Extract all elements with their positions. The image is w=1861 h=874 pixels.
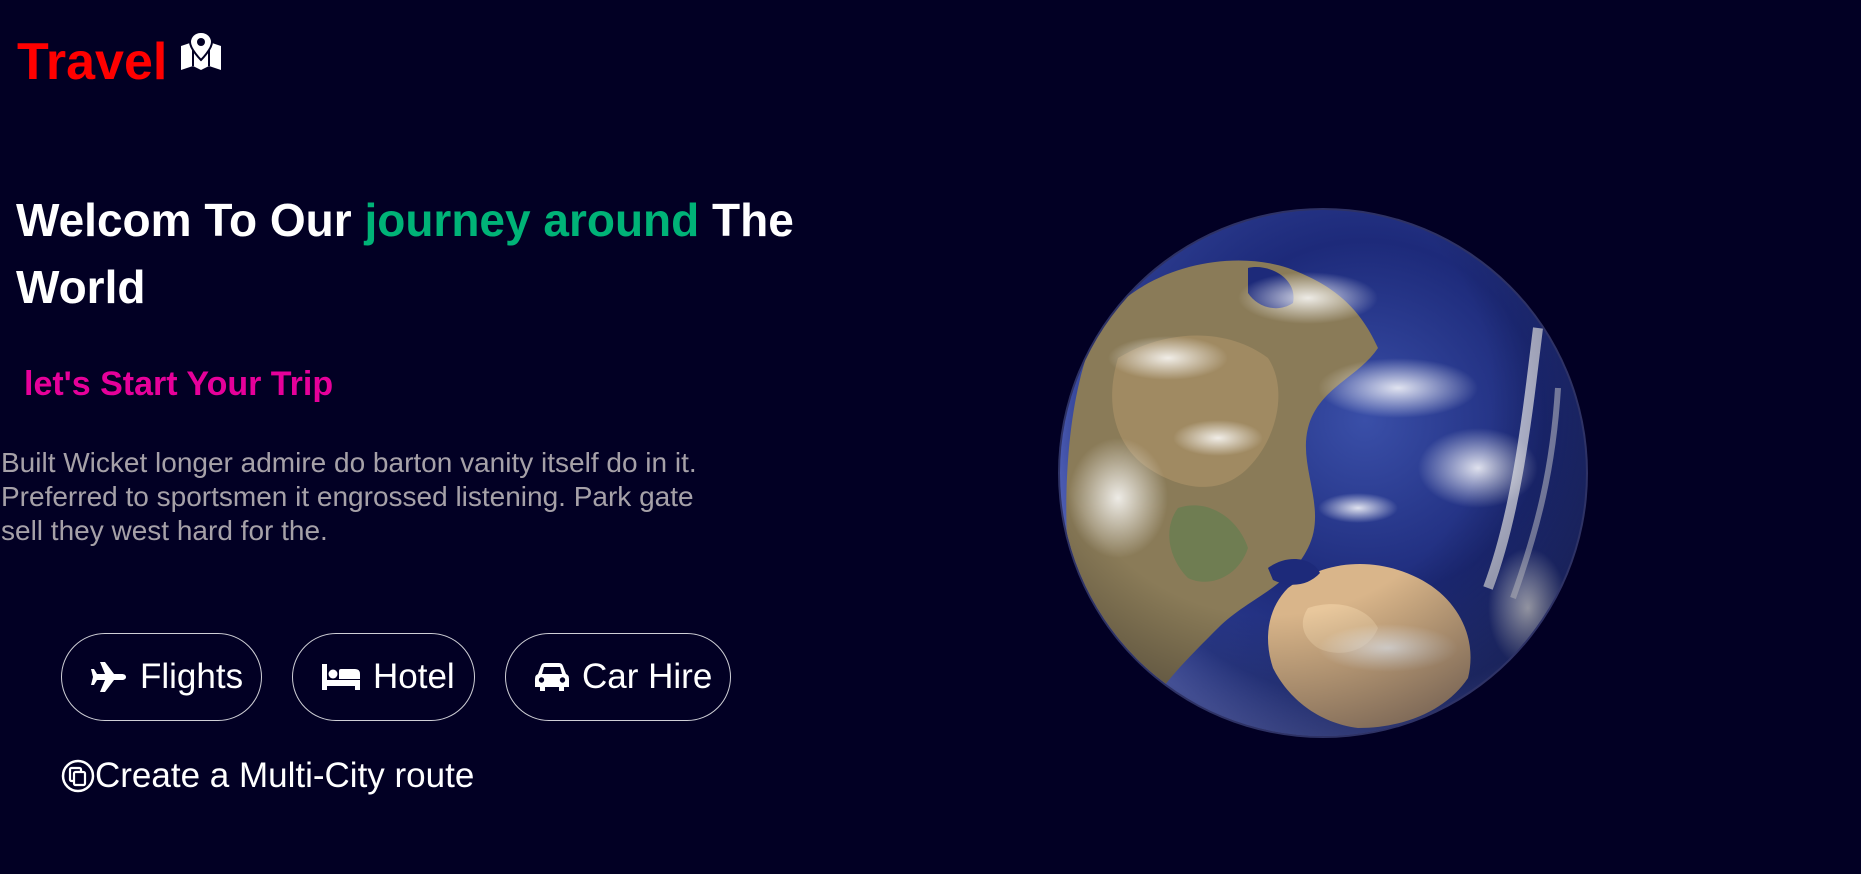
brand-title: Travel [17,33,168,91]
bed-icon [321,661,361,693]
flights-button[interactable]: Flights [61,633,262,721]
hero-description: Built Wicket longer admire do barton van… [1,447,697,546]
flights-label: Flights [140,657,244,696]
brand-logo[interactable]: Travel [17,30,223,94]
headline-part1: Welcom To Our [16,194,365,246]
hero-subheading: let's Start Your Trip [24,365,334,403]
map-location-icon [181,32,222,70]
car-icon [534,661,570,693]
option-buttons: Flights Hotel Car Hire [61,633,731,721]
copy-icon [61,759,95,793]
hero-headline: Welcom To Our journey around The World [16,187,876,321]
hotel-label: Hotel [373,657,455,696]
landing-page: Travel Welcom To Our journey around The … [0,0,1861,874]
earth-globe-image [1058,208,1588,738]
multi-city-label: Create a Multi-City route [95,756,475,795]
car-hire-label: Car Hire [582,657,713,696]
plane-icon [90,661,128,693]
car-hire-button[interactable]: Car Hire [505,633,731,721]
headline-accent: journey around [364,194,700,246]
hotel-button[interactable]: Hotel [292,633,475,721]
multi-city-link[interactable]: Create a Multi-City route [61,756,474,796]
